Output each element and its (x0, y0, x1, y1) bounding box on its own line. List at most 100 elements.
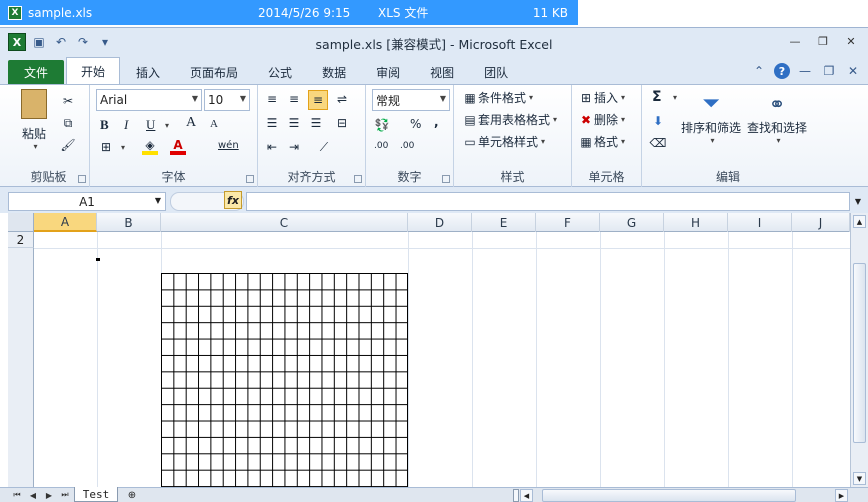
minimize-icon[interactable]: — (784, 32, 806, 50)
scroll-right-icon[interactable]: ▶ (835, 489, 848, 502)
column-header-g[interactable]: G (600, 213, 664, 232)
column-header-e[interactable]: E (472, 213, 536, 232)
increase-decimal-button[interactable]: .00 (374, 141, 388, 151)
column-header-f[interactable]: F (536, 213, 600, 232)
column-header-c[interactable]: C (161, 213, 408, 232)
autosum-button[interactable]: Σ (652, 89, 662, 105)
italic-button[interactable]: I (124, 117, 128, 133)
wrap-text-icon[interactable]: ⇌ (334, 91, 350, 107)
orientation-icon[interactable]: ⟋ (316, 139, 332, 155)
decrease-indent-icon[interactable]: ⇤ (264, 139, 280, 155)
horizontal-scroll-thumb[interactable] (542, 489, 796, 502)
scroll-left-icon[interactable]: ◀ (520, 489, 533, 502)
insert-cells-button[interactable]: ⊞ 插入 ▾ (578, 89, 625, 106)
cell-styles-button[interactable]: ▭ 单元格样式 ▾ (462, 133, 545, 150)
font-name-select[interactable]: Arial ▼ (96, 89, 202, 111)
row-header[interactable]: 2 (8, 232, 34, 248)
tab-page-layout[interactable]: 页面布局 (176, 60, 252, 84)
borders-dropdown-icon[interactable]: ▾ (121, 143, 125, 152)
tab-formulas[interactable]: 公式 (254, 60, 306, 84)
customize-qat-icon[interactable]: ▾ (96, 33, 114, 51)
font-size-select[interactable]: 10 ▼ (204, 89, 250, 111)
help-icon[interactable]: ? (774, 63, 790, 79)
expand-formula-bar-icon[interactable]: ▼ (852, 193, 864, 209)
format-cells-button[interactable]: ▦ 格式 ▾ (578, 133, 625, 150)
doc-restore-icon[interactable]: ❐ (820, 62, 838, 80)
align-bottom-icon[interactable]: ≡ (308, 90, 328, 110)
next-sheet-icon[interactable]: ▶ (42, 488, 56, 502)
alignment-launcher-icon[interactable] (354, 175, 362, 183)
restore-icon[interactable]: ❐ (812, 32, 834, 50)
grow-font-button[interactable]: A (186, 115, 196, 131)
comma-button[interactable]: , (434, 115, 439, 129)
tab-team[interactable]: 团队 (470, 60, 522, 84)
vertical-scrollbar[interactable]: ▲ ▼ (850, 213, 868, 487)
name-box[interactable]: A1 ▼ (8, 192, 166, 211)
percent-button[interactable]: % (410, 117, 421, 131)
column-header-a[interactable]: A (34, 213, 97, 232)
insert-function-button[interactable]: fx (224, 191, 242, 209)
column-header-j[interactable]: J (792, 213, 850, 232)
underline-button[interactable]: U (146, 117, 155, 133)
fill-icon[interactable]: ⬇ (650, 113, 666, 129)
active-cell-handle[interactable] (96, 258, 100, 261)
phonetic-button[interactable]: wén (218, 140, 239, 151)
align-center-icon[interactable]: ☰ (286, 115, 302, 131)
align-top-icon[interactable]: ≡ (264, 91, 280, 107)
decrease-decimal-button[interactable]: .00 (400, 141, 414, 151)
format-painter-icon[interactable]: 🖌 (60, 137, 76, 153)
tab-home[interactable]: 开始 (66, 57, 121, 84)
paste-button[interactable]: 粘贴 ▾ (14, 89, 54, 151)
delete-cells-button[interactable]: ✖ 删除 ▾ (578, 111, 625, 128)
underline-dropdown-icon[interactable]: ▾ (165, 121, 169, 130)
tab-file[interactable]: 文件 (8, 60, 64, 84)
explorer-file-row[interactable]: X sample.xls 2014/5/26 9:15 XLS 文件 11 KB (0, 0, 578, 25)
copy-icon[interactable]: ⧉ (60, 115, 76, 131)
tab-split-handle[interactable] (513, 489, 519, 502)
doc-close-icon[interactable]: ✕ (844, 62, 862, 80)
fill-color-icon[interactable]: ◈ (142, 138, 158, 155)
sheet-tab-test[interactable]: Test (74, 487, 118, 502)
find-select-button[interactable]: ⚭ 查找和选择 ▾ (746, 89, 808, 145)
font-launcher-icon[interactable] (246, 175, 254, 183)
vertical-scroll-thumb[interactable] (853, 263, 866, 443)
scroll-down-icon[interactable]: ▼ (853, 472, 866, 485)
autosum-dropdown-icon[interactable]: ▾ (673, 93, 677, 102)
tab-review[interactable]: 审阅 (362, 60, 414, 84)
clipboard-launcher-icon[interactable] (78, 175, 86, 183)
clear-icon[interactable]: ⌫ (650, 135, 667, 151)
tab-data[interactable]: 数据 (308, 60, 360, 84)
excel-logo-icon[interactable]: X (8, 33, 26, 51)
tab-insert[interactable]: 插入 (122, 60, 174, 84)
borders-icon[interactable]: ⊞ (98, 139, 114, 155)
cut-icon[interactable]: ✂ (60, 93, 76, 109)
scroll-up-icon[interactable]: ▲ (853, 215, 866, 228)
save-icon[interactable]: ▣ (30, 33, 48, 51)
column-header-b[interactable]: B (97, 213, 161, 232)
increase-indent-icon[interactable]: ⇥ (286, 139, 302, 155)
sort-filter-button[interactable]: ⏷ 排序和筛选 ▾ (680, 89, 742, 145)
align-middle-icon[interactable]: ≡ (286, 91, 302, 107)
select-all-button[interactable] (8, 213, 34, 232)
last-sheet-icon[interactable]: ⏭ (58, 488, 72, 502)
doc-minimize-icon[interactable]: — (796, 62, 814, 80)
first-sheet-icon[interactable]: ⏮ (10, 488, 24, 502)
column-header-i[interactable]: I (728, 213, 792, 232)
shrink-font-button[interactable]: A (210, 118, 218, 130)
horizontal-scrollbar[interactable]: ◀ ▶ (520, 489, 848, 502)
undo-icon[interactable]: ↶ (52, 33, 70, 51)
column-header-d[interactable]: D (408, 213, 472, 232)
align-left-icon[interactable]: ☰ (264, 115, 280, 131)
number-format-select[interactable]: 常规 ▼ (372, 89, 450, 111)
font-color-icon[interactable]: A (170, 138, 186, 155)
tab-view[interactable]: 视图 (416, 60, 468, 84)
cell-area[interactable] (34, 232, 850, 487)
accounting-format-icon[interactable]: 💱 (374, 117, 390, 133)
format-as-table-button[interactable]: ▤ 套用表格格式 ▾ (462, 111, 557, 128)
align-right-icon[interactable]: ☰ (308, 115, 324, 131)
close-icon[interactable]: ✕ (840, 32, 862, 50)
number-launcher-icon[interactable] (442, 175, 450, 183)
conditional-formatting-button[interactable]: ▦ 条件格式 ▾ (462, 89, 533, 106)
insert-sheet-icon[interactable]: ⊕ (122, 488, 142, 502)
prev-sheet-icon[interactable]: ◀ (26, 488, 40, 502)
